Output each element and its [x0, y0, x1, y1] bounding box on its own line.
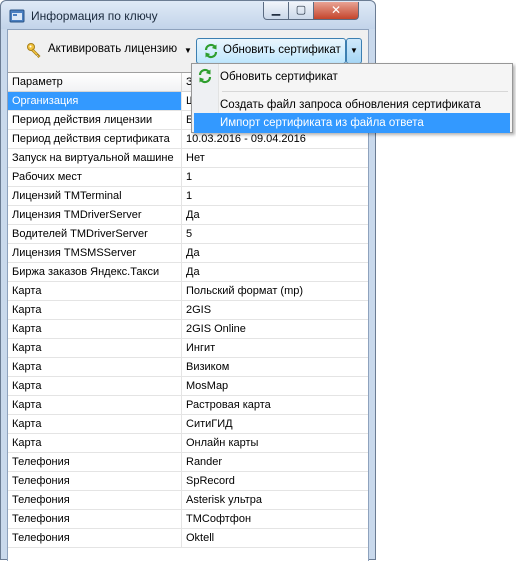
minimize-button[interactable]: ▁ — [263, 2, 289, 20]
cell-value: SpRecord — [186, 475, 235, 487]
table-row[interactable]: Карта Польский формат (mp) — [8, 282, 368, 301]
table-row[interactable]: Лицензий TMTerminal 1 — [8, 187, 368, 206]
cell-parameter: Лицензия TMDriverServer — [8, 206, 182, 224]
table-row[interactable]: Карта 2GIS — [8, 301, 368, 320]
cell-parameter: Карта — [8, 396, 182, 414]
cell-value: ТМСофтфон — [186, 513, 252, 525]
cell-parameter: Карта — [8, 301, 182, 319]
cell-value: 1 — [186, 190, 193, 202]
maximize-button[interactable]: ▢ — [288, 2, 314, 20]
table-row[interactable]: Телефония Rander — [8, 453, 368, 472]
table-row[interactable]: Карта Ингит — [8, 339, 368, 358]
cell-parameter: Карта — [8, 320, 182, 338]
cell-value: 2GIS — [186, 304, 212, 316]
table-row[interactable]: Телефония ТМСофтфон — [8, 510, 368, 529]
table-row[interactable]: Телефония Asterisk ультра — [8, 491, 368, 510]
cell-parameter: Карта — [8, 339, 182, 357]
cell-parameter: Карта — [8, 434, 182, 452]
license-info-grid: Параметр З ОрганизацияШПериод действия л… — [8, 72, 368, 563]
table-row[interactable]: Запуск на виртуальной машине Нет — [8, 149, 368, 168]
window-title: Информация по ключу — [31, 9, 158, 23]
cell-parameter: Карта — [8, 377, 182, 395]
cell-parameter: Организация — [8, 92, 182, 110]
table-row[interactable]: Карта Растровая карта — [8, 396, 368, 415]
table-row[interactable]: Водителей TMDriverServer 5 — [8, 225, 368, 244]
chevron-down-icon[interactable]: ▼ — [184, 46, 192, 55]
cell-value: Онлайн карты — [186, 437, 259, 449]
cell-parameter: Период действия лицензии — [8, 111, 182, 129]
grid-rows: ОрганизацияШПериод действия лицензииБПер… — [8, 92, 368, 548]
column-header-parameter[interactable]: Параметр — [8, 73, 182, 91]
cell-parameter: Телефония — [8, 491, 182, 509]
table-row[interactable]: Карта Онлайн карты — [8, 434, 368, 453]
cell-parameter: Запуск на виртуальной машине — [8, 149, 182, 167]
cell-value: Rander — [186, 456, 223, 468]
cell-parameter: Карта — [8, 415, 182, 433]
table-row[interactable]: Лицензия TMSMSServer Да — [8, 244, 368, 263]
cell-parameter: Период действия сертификата — [8, 130, 182, 148]
cell-value: Да — [186, 247, 200, 259]
table-row[interactable]: Карта MosMap — [8, 377, 368, 396]
cell-parameter: Телефония — [8, 453, 182, 471]
table-row[interactable]: Рабочих мест 1 — [8, 168, 368, 187]
cell-value: Растровая карта — [186, 399, 271, 411]
update-certificate-label: Обновить сертификат — [223, 44, 341, 56]
cell-value: 2GIS Online — [186, 323, 246, 335]
menu-item-create-request-file[interactable]: Создать файл запроса обновления сертифик… — [194, 95, 510, 115]
cell-parameter: Лицензий TMTerminal — [8, 187, 182, 205]
app-window-icon — [9, 9, 25, 23]
cell-parameter: Биржа заказов Яндекс.Такси — [8, 263, 182, 281]
table-row[interactable]: Биржа заказов Яндекс.Такси Да — [8, 263, 368, 282]
close-button[interactable]: ✕ — [313, 2, 359, 20]
cell-parameter: Лицензия TMSMSServer — [8, 244, 182, 262]
update-certificate-menu: Обновить сертификат Создать файл запроса… — [191, 63, 513, 133]
cell-value: Да — [186, 209, 200, 221]
cell-parameter: Водителей TMDriverServer — [8, 225, 182, 243]
cell-parameter: Телефония — [8, 472, 182, 490]
menu-separator — [222, 91, 508, 92]
table-row[interactable]: Карта Визиком — [8, 358, 368, 377]
cell-value: MosMap — [186, 380, 229, 392]
activate-license-button[interactable]: Активировать лицензию ▼ — [12, 38, 194, 62]
table-row[interactable]: Телефония SpRecord — [8, 472, 368, 491]
cell-parameter: Карта — [8, 358, 182, 376]
activate-license-label: Активировать лицензию — [48, 43, 178, 55]
refresh-icon — [204, 43, 218, 59]
cell-parameter: Карта — [8, 282, 182, 300]
cell-parameter: Рабочих мест — [8, 168, 182, 186]
cell-value: Oktell — [186, 532, 215, 544]
cell-value: Ингит — [186, 342, 216, 354]
cell-value: Asterisk ультра — [186, 494, 262, 506]
key-icon — [27, 43, 41, 58]
cell-value: СитиГИД — [186, 418, 233, 430]
cell-value: 1 — [186, 171, 193, 183]
menu-item-import-certificate[interactable]: Импорт сертификата из файла ответа — [194, 113, 510, 133]
cell-value: 5 — [186, 228, 193, 240]
cell-parameter: Телефония — [8, 529, 182, 547]
cell-value: Нет — [186, 152, 205, 164]
table-row[interactable]: Карта 2GIS Online — [8, 320, 368, 339]
title-bar[interactable]: Информация по ключу ▁ ▢ ✕ — [1, 1, 375, 29]
cell-value: Визиком — [186, 361, 230, 373]
table-row[interactable]: Телефония Oktell — [8, 529, 368, 548]
menu-item-update-certificate[interactable]: Обновить сертификат — [194, 67, 510, 87]
cell-value: Да — [186, 266, 200, 278]
update-certificate-button[interactable]: Обновить сертификат — [196, 38, 346, 64]
cell-value: Польский формат (mp) — [186, 285, 304, 297]
table-row[interactable]: Карта СитиГИД — [8, 415, 368, 434]
table-row[interactable]: Лицензия TMDriverServer Да — [8, 206, 368, 225]
cell-parameter: Телефония — [8, 510, 182, 528]
update-certificate-dropdown[interactable]: ▼ — [346, 38, 362, 64]
